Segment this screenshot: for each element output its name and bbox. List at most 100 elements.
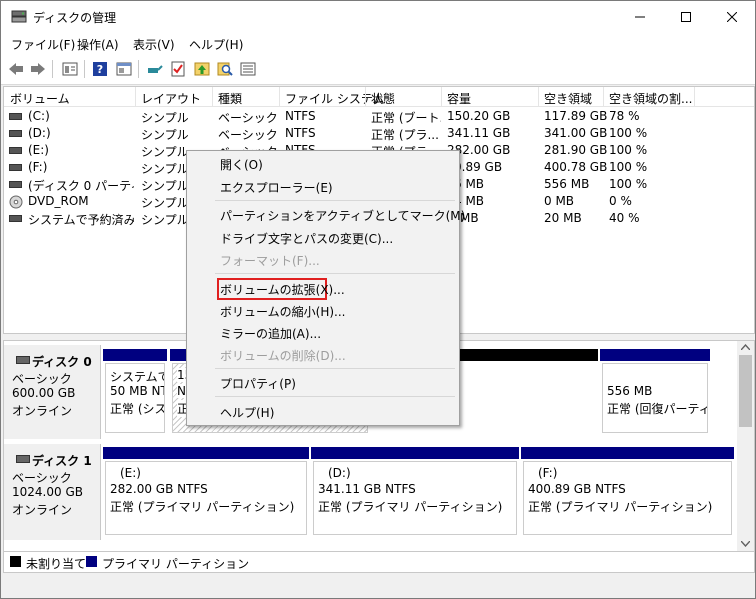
table-row[interactable]: (C:) シンプル ベーシック NTFS 正常 (ブート... 150.20 G… [4, 108, 754, 125]
properties-icon[interactable] [115, 60, 133, 78]
volume-name: (C:) [28, 109, 50, 123]
partition-disk0-recovery[interactable]: 556 MB 正常 (回復パーティシ [600, 349, 710, 435]
disk-0-label[interactable]: ディスク 0 ベーシック 600.00 GB オンライン [4, 345, 101, 439]
partition-status: 正常 (プライマリ パーティション) [110, 500, 295, 514]
partition-disk1-f[interactable]: (F:) 400.89 GB NTFS 正常 (プライマリ パーティション) [521, 447, 734, 537]
context-menu: 開く(O) エクスプローラー(E) パーティションをアクティブとしてマーク(M)… [186, 150, 465, 426]
back-icon[interactable] [7, 60, 25, 78]
column-divider[interactable] [538, 87, 539, 106]
column-divider[interactable] [212, 87, 213, 106]
volume-free-percent: 100 % [609, 177, 648, 191]
menu-separator [215, 368, 455, 369]
legend-swatch-unallocated [10, 556, 21, 567]
column-header-layout[interactable]: レイアウト [141, 90, 201, 107]
volume-capacity: 150.20 GB [447, 109, 511, 123]
menu-item-open[interactable]: 開く(O) [220, 156, 263, 173]
partition-disk1-d[interactable]: (D:) 341.11 GB NTFS 正常 (プライマリ パーティション) [311, 447, 519, 537]
volume-free: 20 MB [544, 211, 582, 225]
partition-bar [600, 349, 710, 361]
legend-label-primary: プライマリ パーティション [102, 557, 250, 571]
volume-name: (F:) [28, 160, 48, 174]
menu-view[interactable]: 表示(V) [133, 36, 175, 53]
column-divider[interactable] [603, 87, 604, 106]
menu-item-explorer[interactable]: エクスプローラー(E) [220, 179, 333, 196]
search-icon[interactable] [216, 60, 234, 78]
volume-free-percent: 0 % [609, 194, 632, 208]
dvd-icon [9, 195, 23, 209]
scroll-down-icon[interactable] [741, 541, 750, 547]
volume-free: 556 MB [544, 177, 590, 191]
menu-item-help[interactable]: ヘルプ(H) [220, 404, 274, 421]
column-divider[interactable] [694, 87, 695, 106]
volume-free-percent: 100 % [609, 143, 648, 157]
column-header-type[interactable]: 種類 [218, 90, 242, 107]
help-icon[interactable]: ? [91, 60, 109, 78]
disk-icon [16, 356, 30, 364]
volume-free-percent: 100 % [609, 126, 648, 140]
partition-size: 50 MB NT [110, 384, 165, 398]
minimize-button[interactable] [617, 1, 663, 32]
close-icon [727, 11, 737, 22]
table-row[interactable]: (D:) シンプル ベーシック NTFS 正常 (プラ... 341.11 GB… [4, 125, 754, 142]
menu-item-properties[interactable]: プロパティ(P) [220, 375, 296, 392]
close-button[interactable] [709, 1, 755, 32]
drive-icon [9, 164, 22, 171]
menu-help[interactable]: ヘルプ(H) [189, 36, 243, 53]
partition-body: (E:) 282.00 GB NTFS 正常 (プライマリ パーティション) [105, 461, 307, 535]
disk-icon[interactable] [193, 60, 211, 78]
menu-file[interactable]: ファイル(F) [11, 36, 75, 53]
menu-separator [215, 273, 455, 274]
disk-1-label[interactable]: ディスク 1 ベーシック 1024.00 GB オンライン [4, 444, 101, 540]
menu-item-mark-active[interactable]: パーティションをアクティブとしてマーク(M) [220, 207, 465, 224]
column-header-volume[interactable]: ボリューム [10, 90, 70, 107]
volume-free-percent: 40 % [609, 211, 640, 225]
column-divider[interactable] [135, 87, 136, 106]
column-header-free-space[interactable]: 空き領域 [544, 90, 592, 107]
column-header-status[interactable]: 状態 [371, 90, 395, 107]
menu-item-change-drive-letter[interactable]: ドライブ文字とパスの変更(C)... [220, 230, 393, 247]
volume-capacity: 341.11 GB [447, 126, 511, 140]
column-divider[interactable] [441, 87, 442, 106]
partition-disk1-e[interactable]: (E:) 282.00 GB NTFS 正常 (プライマリ パーティション) [103, 447, 309, 537]
toolbar-separator [138, 60, 139, 78]
menu-item-extend-volume[interactable]: ボリュームの拡張(X)... [220, 281, 345, 298]
vertical-scrollbar[interactable] [737, 341, 754, 551]
column-header-filesystem[interactable]: ファイル システム [285, 90, 384, 107]
scroll-up-icon[interactable] [741, 344, 750, 350]
menu-item-add-mirror[interactable]: ミラーの追加(A)... [220, 325, 321, 342]
column-header-free-percent[interactable]: 空き領域の割... [609, 90, 692, 107]
drive-icon [9, 215, 22, 222]
volume-layout: シンプル [141, 128, 189, 142]
window-title: ディスクの管理 [33, 11, 117, 25]
partition-disk0-system-reserved[interactable]: システムで予 50 MB NT 正常 (シス [103, 349, 167, 435]
disk-name: ディスク 1 [32, 454, 92, 468]
disk-state: オンライン [12, 503, 73, 517]
partition-size: N [177, 384, 186, 398]
disk-management-app-icon [11, 10, 27, 23]
legend-label-unallocated: 未割り当て [26, 557, 87, 571]
view-icon[interactable] [61, 60, 79, 78]
list-icon[interactable] [239, 60, 257, 78]
disk-type: ベーシック [12, 372, 72, 386]
forward-icon[interactable] [29, 60, 47, 78]
disk-size: 1024.00 GB [12, 485, 83, 499]
check-icon[interactable] [169, 60, 187, 78]
volume-free: 400.78 GB [544, 160, 608, 174]
volume-free: 117.89 GB [544, 109, 608, 123]
volume-status: 正常 (プラ... [371, 128, 439, 142]
menu-action[interactable]: 操作(A) [77, 36, 119, 53]
column-divider[interactable] [279, 87, 280, 106]
volume-free-percent: 100 % [609, 160, 648, 174]
volume-layout: シンプル [141, 162, 189, 176]
maximize-button[interactable] [663, 1, 709, 32]
column-divider[interactable] [365, 87, 366, 106]
menu-item-shrink-volume[interactable]: ボリュームの縮小(H)... [220, 303, 345, 320]
drive-icon [9, 181, 22, 188]
column-header-capacity[interactable]: 容量 [447, 90, 471, 107]
disk-type: ベーシック [12, 471, 72, 485]
volume-capacity: 0.89 GB [454, 160, 503, 174]
scrollbar-thumb[interactable] [739, 355, 752, 427]
partition-bar [311, 447, 519, 459]
volume-type: ベーシック [218, 111, 278, 125]
connect-icon[interactable] [146, 60, 164, 78]
